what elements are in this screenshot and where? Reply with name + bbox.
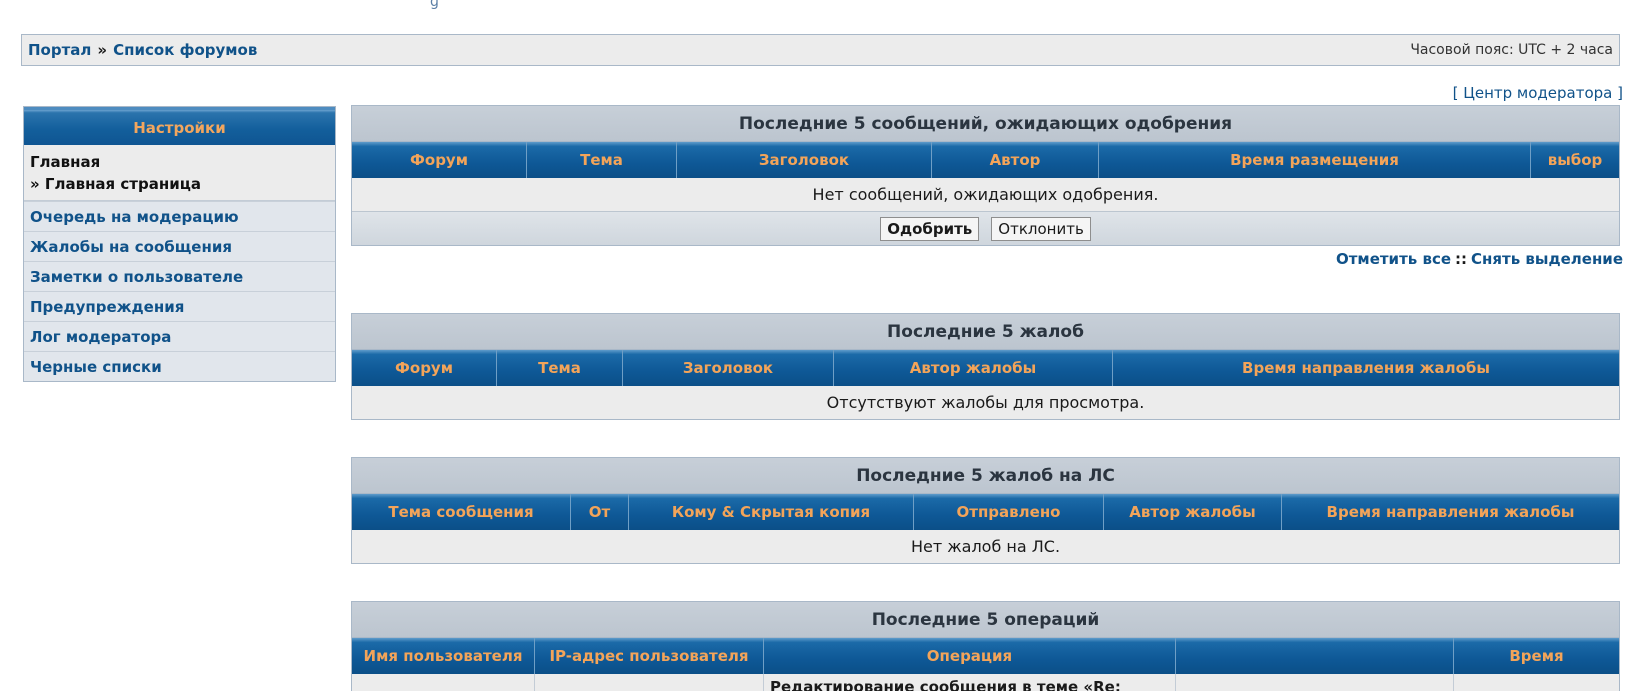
mark-links-separator: :: — [1455, 250, 1468, 268]
reports-col-reporter: Автор жалобы — [834, 350, 1113, 386]
reports-panel-title: Последние 5 жалоб — [352, 314, 1619, 350]
top-fragment-icon: ɡ — [430, 0, 439, 10]
logs-col-ip: IP-адрес пользователя — [535, 638, 764, 674]
queue-panel-title: Последние 5 сообщений, ожидающих одобрен… — [352, 106, 1619, 142]
pm-reports-empty-message: Нет жалоб на ЛС. — [352, 530, 1619, 563]
sidebar-header: Настройки — [24, 107, 335, 145]
reports-panel: Последние 5 жалоб Форум Тема Заголовок А… — [351, 313, 1620, 420]
bracket-open: [ — [1452, 84, 1464, 102]
bracket-close: ] — [1612, 84, 1623, 102]
pm-reports-panel-title: Последние 5 жалоб на ЛС — [352, 458, 1619, 494]
logs-row-blank — [1176, 674, 1454, 691]
sidebar-item-warnings[interactable]: Предупреждения — [24, 291, 335, 321]
pm-col-reporter: Автор жалобы — [1104, 494, 1282, 530]
logs-col-time: Время — [1509, 647, 1564, 665]
breadcrumb-portal[interactable]: Портал — [28, 41, 91, 59]
navbar: Портал » Список форумов Часовой пояс: UTC … — [21, 34, 1620, 66]
timezone-label: Часовой пояс: UTC + 2 часа — [1410, 42, 1613, 58]
reports-col-topic: Тема — [497, 350, 623, 386]
logs-col-action: Операция — [764, 638, 1176, 674]
logs-row-ip — [535, 674, 764, 691]
queue-col-topic: Тема — [527, 142, 677, 178]
pm-col-from: От — [571, 494, 629, 530]
logs-row-action: Редактирование сообщения в теме «Re: — [764, 674, 1176, 691]
sidebar-item-user-notes[interactable]: Заметки о пользователе — [24, 261, 335, 291]
pm-col-sent: Отправлено — [914, 494, 1104, 530]
pm-reports-header-row: Тема сообщения От Кому & Скрытая копия О… — [352, 494, 1619, 530]
sidebar-main-subitem[interactable]: » Главная страница — [30, 173, 329, 195]
sidebar-item-blacklists[interactable]: Черные списки — [24, 351, 335, 381]
reports-col-forum: Форум — [352, 350, 497, 386]
logs-col-username: Имя пользователя — [352, 638, 535, 674]
queue-col-time: Время размещения — [1099, 142, 1531, 178]
pm-reports-panel: Последние 5 жалоб на ЛС Тема сообщения О… — [351, 457, 1620, 564]
reports-col-subject: Заголовок — [623, 350, 834, 386]
queue-header-row: Форум Тема Заголовок Автор Время размеще… — [352, 142, 1619, 178]
reports-col-time: Время направления жалобы — [1242, 359, 1490, 377]
approve-button[interactable]: Одобрить — [880, 216, 980, 241]
logs-row-time — [1454, 674, 1619, 691]
reports-header-row: Форум Тема Заголовок Автор жалобы Время … — [352, 350, 1619, 386]
logs-col-blank — [1176, 638, 1454, 674]
breadcrumb-separator: » — [97, 41, 108, 59]
sidebar: Настройки Главная » Главная страница Оче… — [23, 106, 336, 382]
sidebar-item-queue[interactable]: Очередь на модерацию — [24, 201, 335, 231]
sidebar-item-mod-log[interactable]: Лог модератора — [24, 321, 335, 351]
breadcrumb-forum-list[interactable]: Список форумов — [113, 41, 257, 59]
logs-panel-title: Последние 5 операций — [352, 602, 1619, 638]
queue-col-subject: Заголовок — [677, 142, 932, 178]
queue-empty-message: Нет сообщений, ожидающих одобрения. — [352, 178, 1619, 211]
sidebar-main-section: Главная » Главная страница — [24, 145, 335, 201]
pm-col-subject: Тема сообщения — [352, 494, 571, 530]
mcp-link-wrapper: [ Центр модератора ] — [1453, 84, 1623, 102]
logs-row: Редактирование сообщения в теме «Re: — [352, 674, 1619, 691]
logs-header-row: Имя пользователя IP-адрес пользователя О… — [352, 638, 1619, 674]
queue-col-select: выбор — [1547, 151, 1603, 169]
sidebar-item-reports[interactable]: Жалобы на сообщения — [24, 231, 335, 261]
queue-action-bar: Одобрить Отклонить — [352, 211, 1619, 245]
queue-col-author: Автор — [932, 142, 1099, 178]
pm-col-time: Время направления жалобы — [1326, 503, 1575, 521]
logs-row-username — [352, 674, 535, 691]
logs-panel: Последние 5 операций Имя пользователя IP… — [351, 601, 1620, 691]
queue-col-forum: Форум — [352, 142, 527, 178]
mark-all-link[interactable]: Отметить все — [1336, 250, 1451, 268]
sidebar-main-title[interactable]: Главная — [30, 151, 329, 173]
reports-empty-message: Отсутствуют жалобы для просмотра. — [352, 386, 1619, 419]
breadcrumb: Портал » Список форумов — [28, 41, 257, 59]
mark-links: Отметить все:: Снять выделение — [1336, 250, 1623, 268]
pm-col-to: Кому & Скрытая копия — [629, 494, 914, 530]
unmark-all-link[interactable]: Снять выделение — [1471, 250, 1623, 268]
queue-panel: Последние 5 сообщений, ожидающих одобрен… — [351, 105, 1620, 246]
mcp-link[interactable]: Центр модератора — [1463, 84, 1612, 102]
reject-button[interactable]: Отклонить — [991, 216, 1091, 241]
